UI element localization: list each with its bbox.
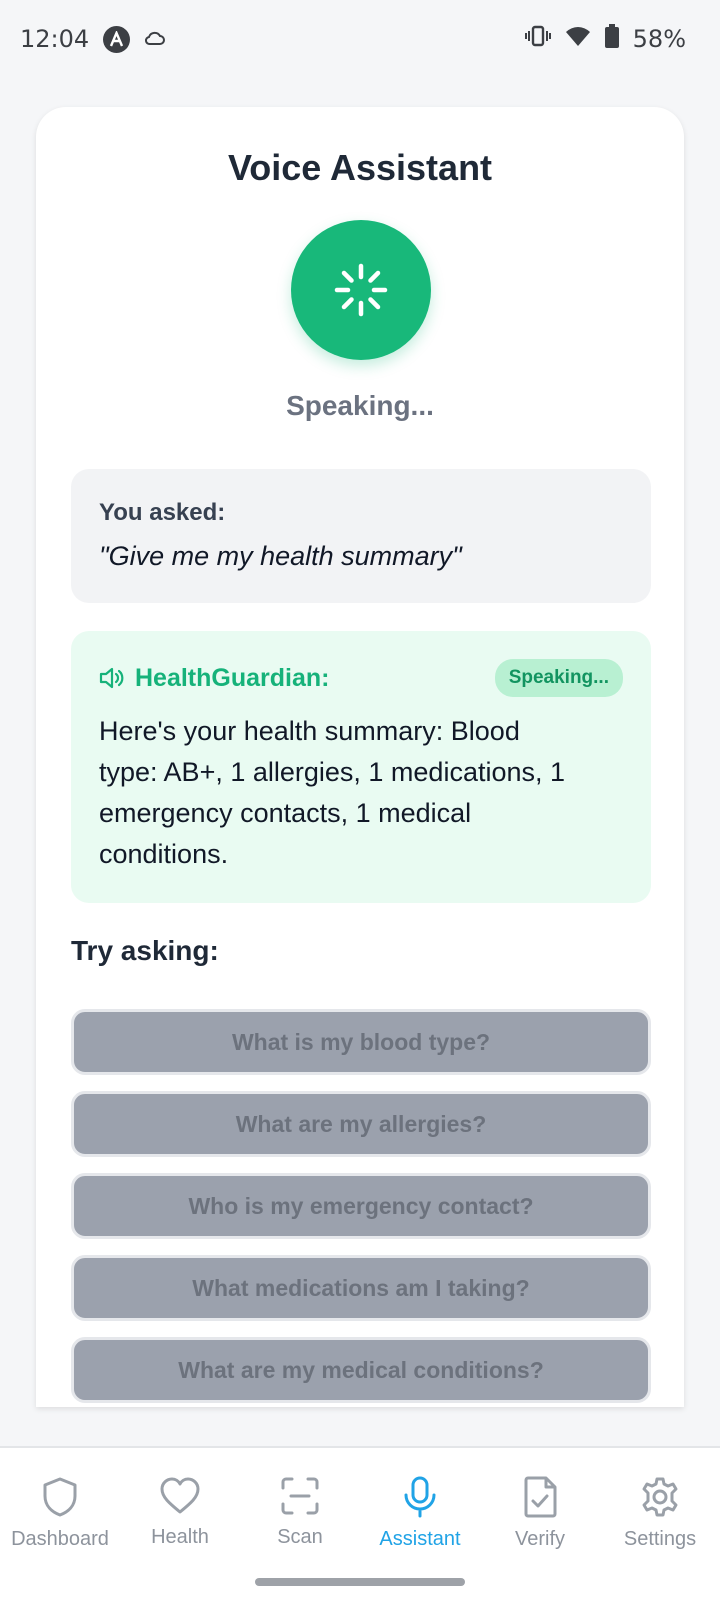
voice-button[interactable]: [291, 220, 431, 360]
speaker-icon: [99, 667, 124, 689]
reply-name-group: HealthGuardian:: [99, 664, 329, 693]
nav-label: Health: [151, 1526, 209, 1548]
document-check-icon: [524, 1476, 557, 1518]
suggestion-button[interactable]: Who is my emergency contact?: [71, 1173, 651, 1239]
user-query-box: You asked: "Give me my health summary": [71, 469, 651, 603]
nav-label: Scan: [277, 1526, 323, 1548]
cloud-icon: [144, 25, 166, 53]
assistant-card: Voice Assistant Speaking... You asked: "…: [36, 107, 684, 1407]
nav-item-dashboard[interactable]: Dashboard: [0, 1448, 120, 1568]
status-left: 12:04: [20, 25, 166, 53]
nav-item-scan[interactable]: Scan: [240, 1448, 360, 1568]
suggestion-list: What is my blood type? What are my aller…: [71, 1009, 651, 1407]
heart-icon: [160, 1477, 200, 1514]
nav-label: Dashboard: [11, 1528, 109, 1550]
a-badge-icon: [103, 25, 131, 53]
bottom-nav: Dashboard Health Scan Assistant Verify S…: [0, 1446, 720, 1600]
shield-icon: [43, 1477, 77, 1517]
gear-icon: [642, 1477, 678, 1517]
loading-spinner-icon: [334, 263, 388, 317]
speaking-badge: Speaking...: [494, 659, 623, 697]
vibrate-icon: [524, 25, 551, 53]
nav-label: Settings: [623, 1528, 697, 1550]
status-right: 58%: [524, 24, 686, 54]
nav-item-health[interactable]: Health: [120, 1448, 240, 1568]
suggestion-button[interactable]: What medications am I taking?: [71, 1255, 651, 1321]
screen: 12:04 58% Voice Assistant Speaking... Yo…: [0, 0, 720, 1600]
page-title: Voice Assistant: [227, 147, 493, 188]
suggestion-button[interactable]: What are my medical conditions?: [71, 1337, 651, 1403]
nav-item-assistant[interactable]: Assistant: [360, 1448, 480, 1568]
nav-label: Assistant: [379, 1528, 461, 1550]
battery-percent: 58%: [632, 25, 686, 53]
status-time: 12:04: [20, 25, 90, 53]
wifi-icon: [565, 25, 591, 53]
status-bar: 12:04 58%: [0, 0, 720, 78]
nav-item-verify[interactable]: Verify: [480, 1448, 600, 1568]
reply-name: HealthGuardian:: [135, 663, 330, 692]
try-asking-label: Try asking:: [71, 935, 219, 966]
assistant-state: Speaking...: [286, 390, 434, 421]
scan-icon: [281, 1477, 319, 1515]
assistant-reply-box: HealthGuardian: Speaking... Here's your …: [71, 631, 651, 903]
nav-item-settings[interactable]: Settings: [600, 1448, 720, 1568]
microphone-icon: [404, 1476, 436, 1518]
asked-label: You asked:: [99, 499, 226, 526]
reply-text: Here's your health summary: Blood type: …: [99, 716, 566, 869]
nav-label: Verify: [514, 1528, 566, 1550]
asked-text: "Give me my health summary": [99, 541, 462, 571]
suggestion-button[interactable]: What is my blood type?: [71, 1009, 651, 1075]
suggestion-button[interactable]: What are my allergies?: [71, 1091, 651, 1157]
battery-icon: [604, 24, 619, 54]
reply-header: HealthGuardian: Speaking...: [99, 659, 623, 697]
home-indicator[interactable]: [255, 1578, 465, 1586]
